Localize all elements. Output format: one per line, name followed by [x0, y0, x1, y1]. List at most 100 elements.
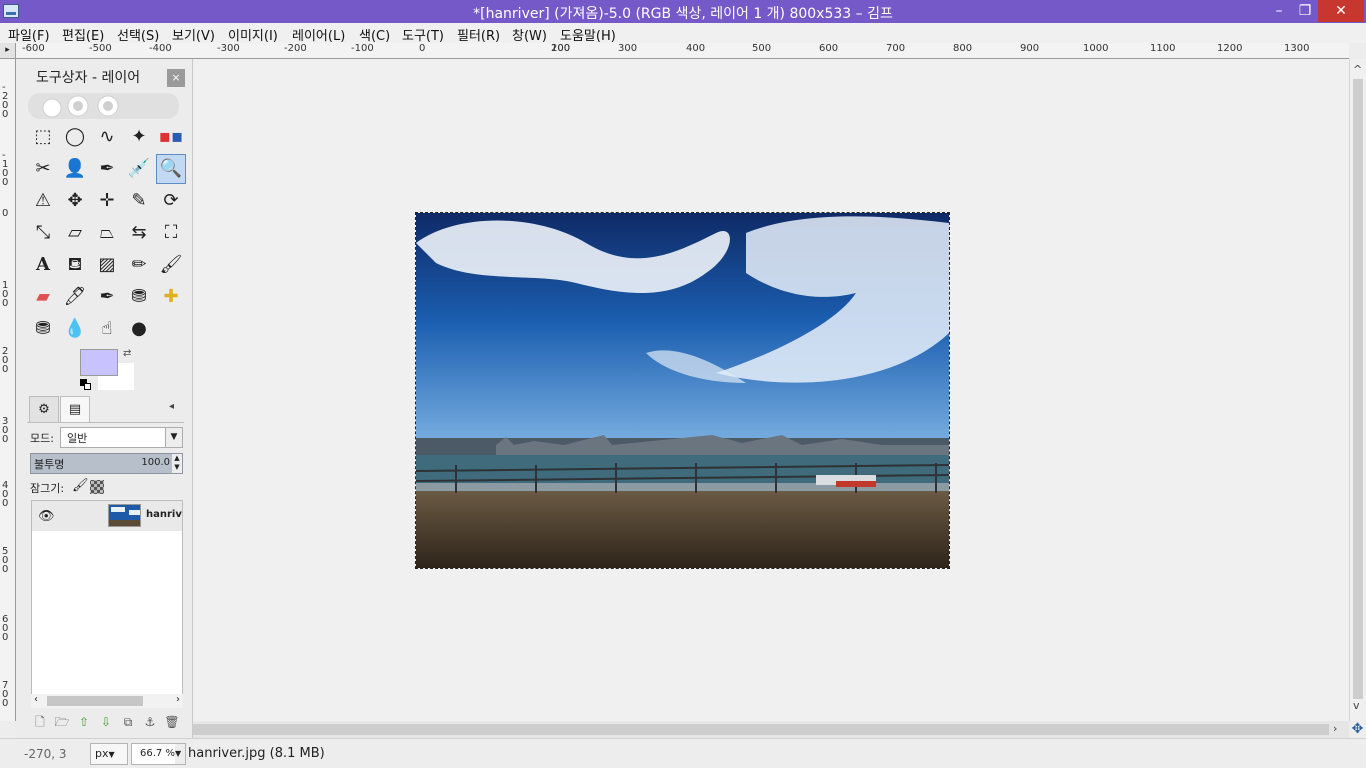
- menu-layer[interactable]: 레이어(L): [292, 25, 345, 44]
- text-icon[interactable]: A: [28, 250, 58, 280]
- smudge-icon[interactable]: ☝: [92, 314, 122, 344]
- eye-icon[interactable]: 👁: [38, 509, 55, 524]
- close-button[interactable]: ✕: [1318, 0, 1364, 22]
- measure-icon[interactable]: ⚠: [28, 186, 58, 216]
- scroll-right-arrow[interactable]: ›: [176, 694, 180, 705]
- blur-sharpen-icon[interactable]: 💧: [60, 314, 90, 344]
- blend-icon[interactable]: ▨: [92, 250, 122, 280]
- pencil-icon[interactable]: ✏: [124, 250, 154, 280]
- cage-transform-icon[interactable]: ⛶: [156, 218, 186, 248]
- menu-help[interactable]: 도움말(H): [560, 25, 616, 44]
- hanriver-image[interactable]: [415, 212, 950, 569]
- lock-alpha-icon[interactable]: [90, 480, 104, 494]
- bucket-fill-icon[interactable]: ⛾: [60, 250, 90, 280]
- tab-tool-options[interactable]: ⚙: [29, 396, 59, 423]
- lock-pixels-icon[interactable]: 🖌: [72, 478, 89, 493]
- color-picker-icon[interactable]: 💉: [124, 154, 154, 184]
- wilber-drop-area[interactable]: [28, 93, 179, 119]
- rect-select-icon[interactable]: ⬚: [28, 122, 58, 152]
- eraser-icon[interactable]: ▰: [28, 282, 58, 312]
- chevron-down-icon[interactable]: ▼: [175, 744, 185, 764]
- layer-name[interactable]: hanriver: [146, 509, 182, 520]
- mode-select[interactable]: 일반 ▼: [60, 427, 183, 448]
- dodge-burn-icon[interactable]: ●: [124, 314, 154, 344]
- navigate-icon[interactable]: ✥: [1349, 721, 1366, 738]
- tab-layers[interactable]: ▤: [60, 396, 90, 423]
- unit-select[interactable]: px▼: [90, 743, 128, 765]
- heal-icon[interactable]: ✚: [156, 282, 186, 312]
- new-layer-group-icon[interactable]: 🗁: [53, 713, 71, 731]
- scroll-down-arrow[interactable]: v: [1353, 699, 1360, 712]
- maximize-button[interactable]: ❐: [1292, 0, 1318, 22]
- vertical-scroll-thumb[interactable]: [1353, 79, 1363, 699]
- paths-icon[interactable]: ✒: [92, 154, 122, 184]
- crop-icon[interactable]: ✎: [124, 186, 154, 216]
- foreground-color-swatch[interactable]: [80, 349, 118, 376]
- minimize-button[interactable]: –: [1266, 0, 1292, 22]
- scale-icon[interactable]: ⤡: [28, 218, 58, 248]
- mode-label: 모드:: [30, 432, 54, 445]
- ruler-label: 800: [953, 43, 973, 54]
- rotate-icon[interactable]: ⟳: [156, 186, 186, 216]
- swap-colors-icon[interactable]: ⇄: [123, 348, 131, 359]
- scissors-select-icon[interactable]: ✂: [28, 154, 58, 184]
- menu-select[interactable]: 선택(S): [117, 25, 159, 44]
- dock-close-button[interactable]: ×: [167, 69, 185, 87]
- delete-layer-icon[interactable]: 🗑: [163, 713, 181, 731]
- menu-image[interactable]: 이미지(I): [228, 25, 278, 44]
- quick-mask-toggle[interactable]: ▸: [0, 43, 16, 59]
- zoom-icon[interactable]: 🔍: [156, 154, 186, 184]
- layers-panel: 모드: 일반 ▼ 불투명 100.0 ▲ ▼ 잠그기: 🖌 👁 hanriv ‹…: [27, 422, 184, 733]
- align-icon[interactable]: ✛: [92, 186, 122, 216]
- image-canvas[interactable]: [193, 59, 1349, 721]
- menu-windows[interactable]: 창(W): [512, 25, 547, 44]
- clone-icon[interactable]: ⛃: [124, 282, 154, 312]
- airbrush-icon[interactable]: 🖊: [60, 282, 90, 312]
- dock-title: 도구상자 - 레이어: [36, 70, 141, 86]
- menu-colors[interactable]: 색(C): [359, 25, 390, 44]
- free-select-icon[interactable]: ∿: [92, 122, 122, 152]
- menu-edit[interactable]: 편집(E): [62, 25, 104, 44]
- ink-icon[interactable]: ✒: [92, 282, 122, 312]
- default-colors-icon: [84, 383, 91, 390]
- menu-tools[interactable]: 도구(T): [402, 25, 444, 44]
- ruler-label: 1100: [1150, 43, 1176, 54]
- paintbrush-icon[interactable]: 🖌: [156, 250, 186, 280]
- scroll-up-arrow[interactable]: ^: [1353, 63, 1362, 76]
- opacity-slider[interactable]: 불투명 100.0 ▲ ▼: [30, 453, 183, 474]
- lock-label: 잠그기:: [30, 482, 65, 495]
- menu-filters[interactable]: 필터(R): [457, 25, 500, 44]
- perspective-clone-icon[interactable]: ⛃: [28, 314, 58, 344]
- fuzzy-select-icon[interactable]: ✦: [124, 122, 154, 152]
- vertical-ruler[interactable]: -200 -100 0 100 200 300 400 500 600 700: [0, 59, 16, 721]
- duplicate-layer-icon[interactable]: ⧉: [119, 713, 137, 731]
- ellipse-select-icon[interactable]: ◯: [60, 122, 90, 152]
- menu-file[interactable]: 파일(F): [8, 25, 50, 44]
- layer-list[interactable]: 👁 hanriver: [31, 500, 183, 708]
- zoom-select[interactable]: 66.7 % ▼: [131, 743, 186, 765]
- menu-view[interactable]: 보기(V): [172, 25, 215, 44]
- chevron-down-icon[interactable]: ▼: [165, 428, 182, 447]
- horizontal-scroll-thumb[interactable]: [193, 724, 1329, 735]
- opacity-spinner[interactable]: ▲ ▼: [172, 454, 182, 473]
- horizontal-ruler[interactable]: -600 -500 -400 -300 -200 -100 0 100 200 …: [16, 43, 1349, 59]
- scroll-left-arrow[interactable]: ‹: [34, 694, 38, 705]
- move-icon[interactable]: ✥: [60, 186, 90, 216]
- lower-layer-icon[interactable]: ⇩: [97, 713, 115, 731]
- panel-menu-button[interactable]: ◂: [169, 401, 174, 412]
- select-by-color-icon[interactable]: ▪▪: [156, 122, 186, 152]
- ruler-label: 500: [752, 43, 772, 54]
- flip-icon[interactable]: ⇆: [124, 218, 154, 248]
- horizontal-scrollbar[interactable]: ›: [193, 721, 1349, 738]
- shear-icon[interactable]: ▱: [60, 218, 90, 248]
- new-layer-icon[interactable]: 🗋: [31, 713, 49, 731]
- scroll-right-arrow[interactable]: ›: [1333, 722, 1337, 735]
- layer-list-scroll-thumb[interactable]: [47, 696, 143, 706]
- anchor-layer-icon[interactable]: ⚓: [141, 713, 159, 731]
- perspective-icon[interactable]: ⏢: [92, 218, 122, 248]
- layer-list-scrollbar[interactable]: ‹ ›: [31, 694, 183, 708]
- foreground-select-icon[interactable]: 👤: [60, 154, 90, 184]
- layer-row[interactable]: 👁 hanriver: [32, 501, 182, 531]
- vertical-scrollbar[interactable]: ^ v: [1349, 59, 1366, 721]
- raise-layer-icon[interactable]: ⇧: [75, 713, 93, 731]
